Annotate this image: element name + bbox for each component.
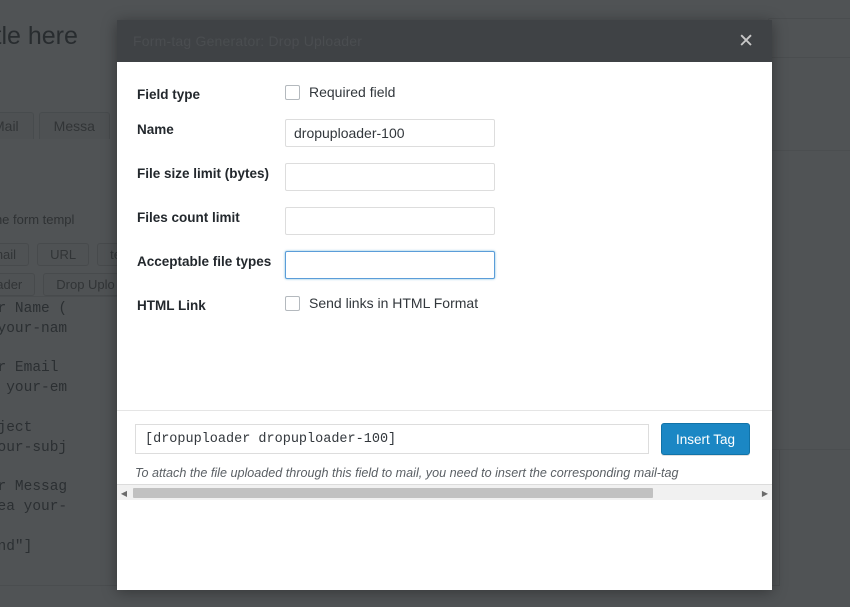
control-field-type: Required field <box>285 84 752 100</box>
label-required-field: Required field <box>309 84 396 100</box>
control-file-size-limit <box>285 163 752 191</box>
control-files-count-limit <box>285 207 752 235</box>
field-row-files-count-limit: Files count limit <box>117 207 772 235</box>
checkbox-icon-html-link[interactable] <box>285 295 300 311</box>
field-row-field-type: Field type Required field <box>117 84 772 103</box>
label-file-size-limit: File size limit (bytes) <box>137 166 270 181</box>
label-acceptable-file-types: Acceptable file types <box>137 254 272 269</box>
field-row-acceptable-file-types: Acceptable file types <box>117 251 772 279</box>
close-icon[interactable]: ✕ <box>732 30 760 53</box>
required-field-checkbox-wrap[interactable]: Required field <box>285 84 752 100</box>
label-field-type: Field type <box>137 87 201 102</box>
label-html-link: HTML Link <box>137 298 206 313</box>
field-row-html-link: HTML Link Send links in HTML Format <box>117 295 772 314</box>
horizontal-scrollbar-thumb[interactable] <box>133 488 653 498</box>
control-name <box>285 119 752 147</box>
control-html-link: Send links in HTML Format <box>285 295 752 311</box>
horizontal-scrollbar[interactable]: ◀ ▶ <box>117 484 772 500</box>
label-name: Name <box>137 122 174 137</box>
scroll-right-arrow-icon[interactable]: ▶ <box>758 485 772 500</box>
name-input[interactable] <box>285 119 495 147</box>
checkbox-icon-required-field[interactable] <box>285 84 300 100</box>
modal-body: Field type Required field Name File size… <box>117 62 772 500</box>
acceptable-file-types-input[interactable] <box>285 251 495 279</box>
modal-title: Form-tag Generator: Drop Uploader <box>133 33 363 49</box>
field-row-name: Name <box>117 119 772 147</box>
label-send-links-html: Send links in HTML Format <box>309 295 479 311</box>
tag-line: Insert Tag <box>135 423 750 455</box>
label-files-count-limit: Files count limit <box>137 210 240 225</box>
form-tag-generator-modal: Form-tag Generator: Drop Uploader ✕ Fiel… <box>117 20 772 590</box>
modal-header: Form-tag Generator: Drop Uploader ✕ <box>117 20 772 62</box>
scroll-left-arrow-icon[interactable]: ◀ <box>117 485 131 500</box>
control-acceptable-file-types <box>285 251 752 279</box>
field-row-file-size-limit: File size limit (bytes) <box>117 163 772 191</box>
insert-tag-button[interactable]: Insert Tag <box>660 423 750 455</box>
html-link-checkbox-wrap[interactable]: Send links in HTML Format <box>285 295 752 311</box>
generated-tag-input[interactable] <box>135 424 649 454</box>
file-size-limit-input[interactable] <box>285 163 495 191</box>
files-count-limit-input[interactable] <box>285 207 495 235</box>
